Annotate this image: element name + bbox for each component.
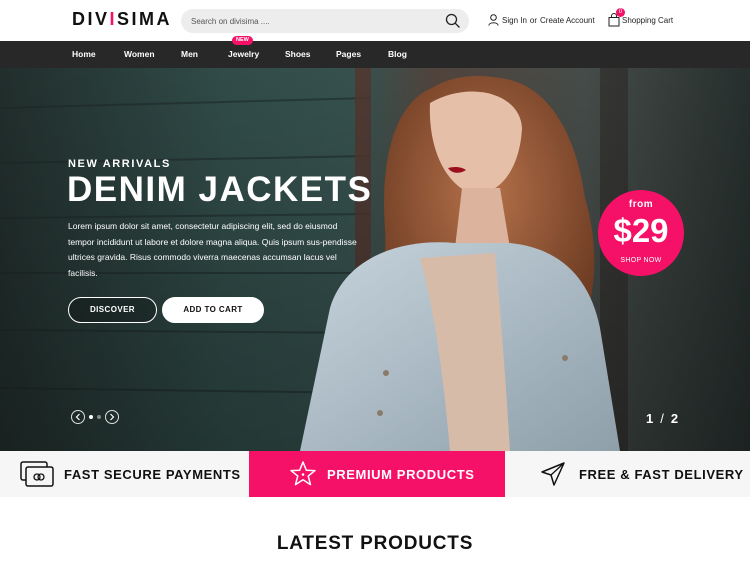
- slide-counter: 1 / 2: [646, 411, 679, 426]
- feature-label: PREMIUM PRODUCTS: [327, 466, 475, 482]
- discover-button[interactable]: DISCOVER: [68, 297, 157, 323]
- nav-item-shoes[interactable]: Shoes: [285, 41, 311, 68]
- prev-slide-button[interactable]: [71, 410, 85, 424]
- slide-current: 1: [646, 411, 655, 426]
- search-icon[interactable]: [445, 13, 461, 29]
- slider-controls: [71, 410, 119, 424]
- hero-slider: NEW ARRIVALS DENIM JACKETS Lorem ipsum d…: [0, 68, 750, 451]
- shop-now-link[interactable]: SHOP NOW: [598, 257, 684, 264]
- slide-dot[interactable]: [97, 415, 101, 419]
- features-bar: FAST SECURE PAYMENTS PREMIUM PRODUCTS FR…: [0, 451, 750, 497]
- latest-products-heading: LATEST PRODUCTS: [276, 533, 474, 554]
- star-icon: [290, 461, 316, 486]
- search-bar: [181, 9, 469, 33]
- price-amount: $29: [613, 212, 669, 249]
- nav-item-jewelry[interactable]: Jewelry: [228, 41, 259, 68]
- price-from-label: from: [628, 199, 654, 210]
- site-header: DIVISIMA Sign In or Create Account 0 Sho…: [0, 0, 750, 41]
- user-icon: [488, 14, 499, 26]
- account-links: Sign In or Create Account: [488, 12, 595, 28]
- slide-dot-active[interactable]: [89, 415, 93, 419]
- paper-plane-icon: [541, 462, 565, 486]
- main-nav: Home Women Men Jewelry Shoes Pages Blog …: [0, 36, 750, 68]
- nav-item-pages[interactable]: Pages: [336, 41, 361, 68]
- next-slide-button[interactable]: [105, 410, 119, 424]
- nav-item-home[interactable]: Home: [72, 41, 96, 68]
- cart-icon-wrap: 0: [608, 8, 625, 27]
- or-text: or: [529, 15, 538, 25]
- hero-kicker: NEW ARRIVALS: [68, 158, 171, 170]
- nav-item-women[interactable]: Women: [124, 41, 155, 68]
- nav-item-men[interactable]: Men: [181, 41, 198, 68]
- chevron-right-icon: [110, 413, 115, 421]
- feature-label: FREE & FAST DELIVERY: [579, 466, 744, 482]
- search-input[interactable]: [191, 13, 431, 29]
- hero-title: DENIM JACKETS: [67, 170, 373, 209]
- feature-secure-payments: FAST SECURE PAYMENTS: [0, 451, 249, 497]
- hero-description: Lorem ipsum dolor sit amet, consectetur …: [68, 221, 357, 278]
- logo-accent-letter: I: [109, 9, 118, 29]
- slide-total: 2: [670, 411, 680, 426]
- feature-premium-products: PREMIUM PRODUCTS: [249, 451, 505, 497]
- shopping-cart-link[interactable]: 0 Shopping Cart: [608, 8, 673, 28]
- feature-free-delivery: FREE & FAST DELIVERY: [505, 451, 750, 497]
- create-account-link[interactable]: Create Account: [540, 16, 595, 25]
- credit-card-icon: [20, 461, 54, 487]
- feature-label: FAST SECURE PAYMENTS: [64, 466, 241, 482]
- logo[interactable]: DIVISIMA: [72, 9, 172, 30]
- cart-label[interactable]: Shopping Cart: [622, 16, 673, 25]
- nav-item-blog[interactable]: Blog: [388, 41, 407, 68]
- slide-separator: /: [660, 411, 665, 426]
- price-badge[interactable]: from $29 SHOP NOW: [598, 190, 684, 276]
- new-badge: NEW: [232, 36, 253, 45]
- cart-count-badge: 0: [616, 8, 625, 17]
- chevron-left-icon: [75, 413, 80, 421]
- sign-in-link[interactable]: Sign In: [502, 16, 527, 25]
- add-to-cart-button[interactable]: ADD TO CART: [162, 297, 264, 323]
